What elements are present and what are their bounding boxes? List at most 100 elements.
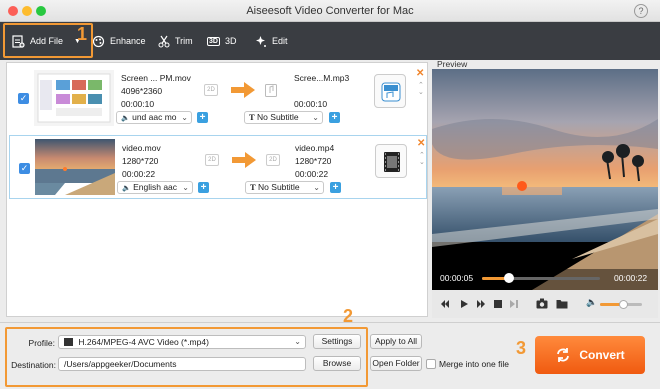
add-subtitle-button[interactable]: + xyxy=(330,182,341,193)
player-controls: 🔈 xyxy=(432,290,658,318)
audio-track-select[interactable]: 🔈 und aac mo ⌄ xyxy=(116,111,192,124)
output-duration: 00:00:22 xyxy=(295,169,329,179)
convert-arrow-icon xyxy=(231,82,255,98)
enhance-button[interactable]: Enhance xyxy=(92,22,146,60)
source-name: Screen ... PM.mov xyxy=(121,73,191,83)
file-row[interactable]: ✓ video.mov 1280*720 00:00:22 2D 2D vide… xyxy=(9,135,427,199)
browse-button[interactable]: Browse xyxy=(313,356,361,371)
chevron-down-icon: ⌄ xyxy=(312,113,319,122)
stop-icon[interactable] xyxy=(493,299,503,309)
chevron-down-icon: ⌄ xyxy=(294,337,301,346)
subtitle-select[interactable]: T No Subtitle ⌄ xyxy=(244,111,323,124)
add-audio-button[interactable]: + xyxy=(198,182,209,193)
preview-timebar: 00:00:05 00:00:22 xyxy=(432,265,658,290)
film-icon xyxy=(64,338,73,346)
apply-to-all-button[interactable]: Apply to All xyxy=(370,334,422,349)
trim-button[interactable]: Trim xyxy=(158,22,193,60)
merge-checkbox[interactable] xyxy=(426,359,436,369)
remove-file-icon[interactable]: ✕ xyxy=(416,68,424,79)
2d-badge: 2D xyxy=(204,84,218,96)
chevron-down-icon: ⌄ xyxy=(313,183,320,192)
source-resolution: 4096*2360 xyxy=(121,86,163,96)
play-icon[interactable] xyxy=(459,299,469,309)
callout-number-3: 3 xyxy=(516,338,527,358)
trim-label: Trim xyxy=(175,36,193,46)
edit-label: Edit xyxy=(272,36,288,46)
subtitle-icon: T xyxy=(249,112,255,122)
volume-handle[interactable] xyxy=(619,300,629,309)
total-time: 00:00:22 xyxy=(614,273,648,283)
file-list: ✓ Screen ... PM.mov 4096*2360 00:00:10 2… xyxy=(6,62,428,317)
file-row[interactable]: ✓ Screen ... PM.mov 4096*2360 00:00:10 2… xyxy=(9,66,427,130)
output-resolution: 1280*720 xyxy=(295,156,332,166)
seek-handle[interactable] xyxy=(504,273,515,283)
preview-frame xyxy=(432,69,658,290)
source-name: video.mov xyxy=(122,143,161,153)
mp3-format-icon xyxy=(381,82,401,102)
open-folder-button[interactable]: Open Folder xyxy=(370,356,422,371)
file-thumbnail xyxy=(35,139,115,195)
convert-arrow-icon xyxy=(232,152,256,168)
reorder-icon[interactable]: ⌃ ⌄ xyxy=(418,82,424,96)
source-duration: 00:00:10 xyxy=(121,99,155,109)
output-duration: 00:00:10 xyxy=(294,99,328,109)
output-info: Scree...M.mp3 00:00:10 xyxy=(294,72,349,111)
profile-select[interactable]: H.264/MPEG-4 AVC Video (*.mp4) ⌄ xyxy=(58,335,306,349)
file-checkbox[interactable]: ✓ xyxy=(19,163,30,174)
output-info: video.mp4 1280*720 00:00:22 xyxy=(295,142,334,181)
file-thumbnail xyxy=(34,70,114,126)
speaker-icon: 🔈 xyxy=(122,185,131,192)
volume-icon[interactable]: 🔈 xyxy=(586,297,597,308)
subtitle-select[interactable]: T No Subtitle ⌄ xyxy=(245,181,324,194)
seek-track[interactable] xyxy=(482,273,600,283)
window-title: Aiseesoft Video Converter for Mac xyxy=(246,5,414,17)
source-info: Screen ... PM.mov 4096*2360 00:00:10 xyxy=(121,72,191,111)
2d-badge: 2D xyxy=(205,154,219,166)
audio-track-select[interactable]: 🔈 English aac ⌄ xyxy=(117,181,193,194)
3d-icon: 3D xyxy=(207,36,220,46)
folder-icon[interactable] xyxy=(556,298,568,309)
remove-file-icon[interactable]: ✕ xyxy=(417,138,425,149)
settings-button[interactable]: Settings xyxy=(313,334,361,349)
output-name: video.mp4 xyxy=(295,143,335,153)
scissors-icon xyxy=(158,35,170,47)
destination-field[interactable]: /Users/appgeeker/Documents xyxy=(58,357,306,371)
next-frame-icon[interactable] xyxy=(509,299,519,309)
convert-label: Convert xyxy=(579,348,625,362)
3d-label: 3D xyxy=(224,36,237,46)
audio-track-value: und aac mo xyxy=(132,112,177,122)
volume-track[interactable] xyxy=(600,300,642,309)
convert-button[interactable]: Convert xyxy=(535,336,645,374)
file-checkbox[interactable]: ✓ xyxy=(18,93,29,104)
callout-number-2: 2 xyxy=(343,306,354,326)
output-format-button[interactable] xyxy=(374,74,406,108)
video-format-icon xyxy=(384,152,400,172)
title-bar: Aiseesoft Video Converter for Mac ? xyxy=(0,0,660,22)
palette-icon xyxy=(92,35,105,47)
preview-label: Preview xyxy=(437,59,468,69)
callout-number-1: 1 xyxy=(77,24,88,44)
3d-button[interactable]: 3D 3D xyxy=(207,22,236,60)
preview-video xyxy=(432,69,658,290)
help-button[interactable]: ? xyxy=(634,4,648,18)
reorder-icon[interactable]: ⌃ ⌄ xyxy=(419,152,425,166)
add-subtitle-button[interactable]: + xyxy=(329,112,340,123)
edit-button[interactable]: Edit xyxy=(254,22,288,60)
source-resolution: 1280*720 xyxy=(122,156,159,166)
source-duration: 00:00:22 xyxy=(122,169,156,179)
audio-file-icon xyxy=(265,84,277,97)
rewind-icon[interactable] xyxy=(440,299,450,309)
fast-forward-icon[interactable] xyxy=(476,299,486,309)
source-info: video.mov 1280*720 00:00:22 xyxy=(122,142,161,181)
merge-label: Merge into one file xyxy=(439,359,509,369)
add-audio-button[interactable]: + xyxy=(197,112,208,123)
subtitle-value: No Subtitle xyxy=(258,182,300,192)
chevron-down-icon: ⌄ xyxy=(182,183,189,192)
camera-icon[interactable] xyxy=(536,298,548,309)
output-format-button[interactable] xyxy=(375,144,407,178)
profile-value: H.264/MPEG-4 AVC Video (*.mp4) xyxy=(78,337,209,347)
audio-track-value: English aac xyxy=(133,182,178,192)
profile-label: Profile: xyxy=(28,338,55,348)
toolbar: Add File ▼ Enhance Trim 3D 3D Edit xyxy=(0,22,660,60)
subtitle-value: No Subtitle xyxy=(257,112,299,122)
